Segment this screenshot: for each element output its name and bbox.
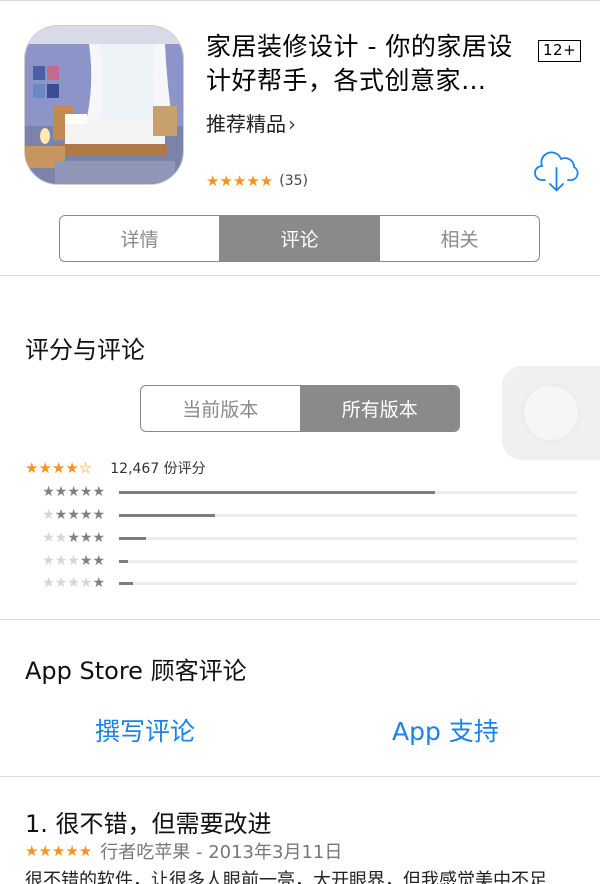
app-icon[interactable] — [24, 25, 184, 185]
histogram-track — [119, 514, 577, 517]
histogram-bar — [119, 582, 133, 585]
tab-current-version[interactable]: 当前版本 — [141, 386, 301, 431]
top-divider — [0, 0, 600, 1]
histogram-row-3-star: ★★★★★ — [25, 530, 577, 546]
write-review-link[interactable]: 撰写评论 — [95, 712, 195, 748]
histogram-stars: ★★★★★ — [42, 530, 105, 546]
histogram-bar — [119, 560, 129, 563]
review-body: 很不错的软件，让很多人眼前一亮，大开眼界，但我感觉美中不足 — [25, 870, 547, 884]
divider — [0, 776, 600, 777]
ratings-section-title: 评分与评论 — [25, 336, 145, 364]
review-stars: ★★★★★ — [25, 842, 93, 860]
customer-reviews-title: App Store 顾客评论 — [25, 657, 247, 685]
histogram-track — [119, 537, 577, 540]
rating-count: (35) — [279, 173, 308, 189]
histogram-stars: ★★★★★ — [42, 553, 105, 569]
cloud-download-icon[interactable] — [534, 150, 580, 194]
review-meta: ★★★★★ 行者吃苹果 - 2013年3月11日 — [25, 838, 342, 864]
developer-link-label: 推荐精品 — [206, 112, 286, 136]
review-actions: 撰写评论 App 支持 — [0, 708, 600, 748]
assistive-touch-knob — [524, 386, 578, 440]
histogram-track — [119, 582, 577, 585]
review-title: 1. 很不错，但需要改进 — [25, 810, 272, 838]
developer-link[interactable]: 推荐精品 › — [206, 108, 296, 137]
divider — [0, 275, 600, 276]
total-ratings: 12,467 份评分 — [110, 461, 206, 477]
histogram-stars: ★★★★★ — [42, 507, 105, 523]
age-rating-badge: 12+ — [538, 40, 582, 62]
histogram-stars: ★★★★★ — [42, 575, 105, 591]
tab-bar: 详情 评论 相关 — [59, 215, 540, 262]
divider — [0, 619, 600, 620]
version-segmented-control: 当前版本 所有版本 — [140, 385, 460, 432]
tab-related[interactable]: 相关 — [380, 216, 539, 261]
histogram-row-4-star: ★★★★★ — [25, 507, 577, 523]
histogram-bar — [119, 537, 147, 540]
histogram-row-2-star: ★★★★★ — [25, 553, 577, 569]
overall-stars: ★★★★☆ — [25, 459, 93, 477]
header-rating: ★★★★★ (35) — [206, 172, 308, 190]
tab-details[interactable]: 详情 — [60, 216, 220, 261]
overall-rating: ★★★★☆ 12,467 份评分 — [25, 458, 206, 478]
tab-reviews[interactable]: 评论 — [220, 216, 380, 261]
histogram-bar — [119, 491, 436, 494]
app-title: 家居装修设计 - 你的家居设计好帮手，各式创意家… — [206, 32, 513, 95]
app-support-link[interactable]: App 支持 — [392, 712, 499, 748]
histogram-stars: ★★★★★ — [42, 484, 105, 500]
histogram-row-1-star: ★★★★★ — [25, 575, 577, 591]
histogram-row-5-star: ★★★★★ — [25, 484, 577, 500]
review-author-date: 行者吃苹果 - 2013年3月11日 — [100, 842, 343, 863]
assistive-touch-button[interactable] — [502, 366, 600, 460]
histogram-track — [119, 491, 577, 494]
tab-all-versions[interactable]: 所有版本 — [300, 386, 459, 431]
histogram-bar — [119, 514, 216, 517]
rating-stars: ★★★★★ — [206, 172, 274, 190]
chevron-right-icon: › — [288, 112, 296, 136]
histogram-track — [119, 560, 577, 563]
